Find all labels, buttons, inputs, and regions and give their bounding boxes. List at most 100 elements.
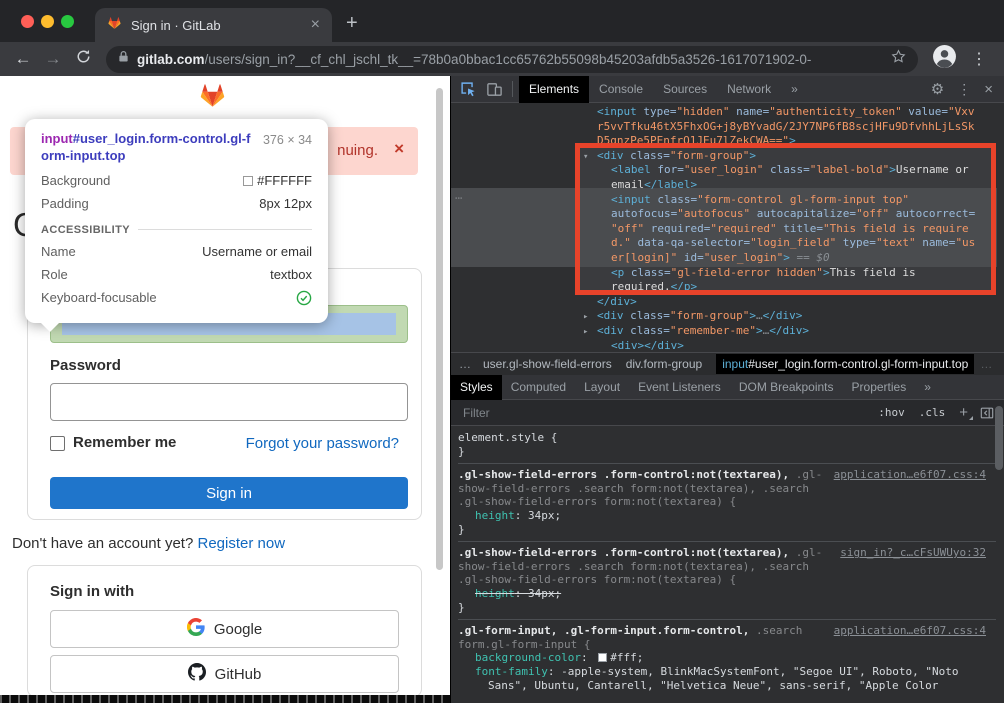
devtools-menu-icon[interactable]: ⋮ <box>957 81 971 98</box>
password-label: Password <box>50 357 121 374</box>
code-token: > <box>749 309 756 322</box>
code-line[interactable]: ▸<div class="form-group">…</div> <box>451 309 1004 324</box>
devtools-tab-elements[interactable]: Elements <box>519 76 589 103</box>
color-swatch[interactable] <box>598 653 607 662</box>
gitlab-favicon-icon <box>107 16 122 35</box>
browser-tab[interactable]: Sign in · GitLab × <box>95 8 332 42</box>
traffic-light-zoom[interactable] <box>61 15 74 28</box>
code-line[interactable]: </div> <box>451 295 1004 310</box>
new-tab-icon[interactable]: + <box>346 12 358 35</box>
css-declaration[interactable]: height: 34px; <box>458 587 996 601</box>
hover-state-toggle[interactable]: :hov <box>878 406 905 419</box>
devtools-tabs-more-icon[interactable]: » <box>781 76 808 103</box>
browser-titlebar: Sign in · GitLab × + <box>0 0 1004 42</box>
reload-icon[interactable] <box>68 49 98 69</box>
devtools-tab-sources[interactable]: Sources <box>653 76 717 103</box>
css-declaration[interactable]: background-color: #fff; <box>458 651 996 665</box>
element-style-rule[interactable]: element.style { } <box>458 431 996 458</box>
tooltip-selector-tag: input <box>41 131 73 146</box>
tab-close-icon[interactable]: × <box>311 17 320 33</box>
styles-filter-input[interactable] <box>461 405 864 421</box>
forward-icon[interactable]: → <box>38 49 68 69</box>
bookmark-star-icon[interactable] <box>891 49 906 69</box>
url-domain: gitlab.com <box>137 52 205 67</box>
traffic-light-close[interactable] <box>21 15 34 28</box>
back-icon[interactable]: ← <box>8 49 38 69</box>
lock-icon <box>118 50 129 68</box>
css-source-link[interactable]: application…e6f07.css:4 <box>834 468 986 482</box>
devtools-panel: Elements Console Sources Network » ⚙ ⋮ ×… <box>450 76 1004 703</box>
breadcrumb-item-formgroup[interactable]: div.form-group <box>626 357 702 371</box>
code-token: </div> <box>597 295 637 308</box>
dock-side-icon[interactable] <box>980 406 994 420</box>
tab-dom-breakpoints[interactable]: DOM Breakpoints <box>730 375 843 400</box>
remember-me-checkbox[interactable] <box>50 436 65 451</box>
code-line[interactable]: r5vvTfku46tX5FhxOG+j8yBYvadG/2JY7NP6fB8s… <box>451 120 1004 135</box>
rule-selector-line: show-field-errors .search form:not(texta… <box>458 482 996 496</box>
tab-styles[interactable]: Styles <box>451 375 502 400</box>
browser-menu-icon[interactable]: ⋮ <box>971 49 987 69</box>
devtools-close-icon[interactable]: × <box>984 81 993 98</box>
register-line: Don't have an account yet? Register now <box>12 535 285 552</box>
tab-computed[interactable]: Computed <box>502 375 575 400</box>
css-source-link[interactable]: sign_in?_c…cFsUWUyo:32 <box>840 546 986 560</box>
google-icon <box>187 618 205 640</box>
check-circle-icon <box>296 290 312 309</box>
code-line[interactable]: <div></div> <box>451 339 1004 353</box>
tab-layout[interactable]: Layout <box>575 375 629 400</box>
tooltip-name-value: Username or email <box>202 244 312 259</box>
code-token: "form-group" <box>670 309 749 322</box>
styles-scrollbar[interactable] <box>995 406 1003 470</box>
alert-close-icon[interactable]: × <box>394 139 404 159</box>
new-style-rule-icon[interactable]: + <box>959 404 968 421</box>
devtools-tab-console[interactable]: Console <box>589 76 653 103</box>
devtools-settings-icon[interactable]: ⚙ <box>931 80 944 98</box>
tooltip-selector-rest: #user_login.form-control.gl-form-input.t… <box>41 131 250 163</box>
css-rule[interactable]: application…e6f07.css:4.gl-form-input, .… <box>458 619 996 692</box>
breadcrumb-ellipsis[interactable]: … <box>459 357 471 371</box>
tab-event-listeners[interactable]: Event Listeners <box>629 375 730 400</box>
url-bar[interactable]: gitlab.com/users/sign_in?__cf_chl_jschl_… <box>106 46 918 73</box>
code-line[interactable]: <input type="hidden" name="authenticity_… <box>451 105 1004 120</box>
code-line[interactable]: ▸<div class="remember-me">…</div> <box>451 324 1004 339</box>
class-toggle[interactable]: .cls <box>919 406 946 419</box>
google-signin-button[interactable]: Google <box>50 610 399 648</box>
styles-tabs-more-icon[interactable]: » <box>915 375 940 400</box>
inspect-element-icon[interactable] <box>460 81 477 98</box>
github-icon <box>188 663 206 685</box>
signin-button[interactable]: Sign in <box>50 477 408 509</box>
tooltip-padding-label: Padding <box>41 196 89 211</box>
tooltip-bg-value: #FFFFFF <box>243 173 312 188</box>
breadcrumb-item-form[interactable]: user.gl-show-field-errors <box>483 357 612 371</box>
disclosure-arrow-icon[interactable]: ▸ <box>583 325 597 340</box>
tooltip-bg-label: Background <box>41 173 110 188</box>
devtools-tab-network[interactable]: Network <box>717 76 781 103</box>
css-rule[interactable]: sign_in?_c…cFsUWUyo:32 .gl-show-field-err… <box>458 541 996 614</box>
alert-text: nuing. <box>337 142 378 159</box>
code-token: … <box>756 309 763 322</box>
rule-close-brace: } <box>458 523 996 537</box>
tab-properties[interactable]: Properties <box>843 375 916 400</box>
css-declaration[interactable]: font-family: -apple-system, BlinkMacSyst… <box>458 665 996 679</box>
github-signin-button[interactable]: GitHub <box>50 655 399 693</box>
breadcrumb-item-selected[interactable]: input#user_login.form-control.gl-form-in… <box>716 354 974 374</box>
tooltip-size: 376 × 34 <box>263 133 312 165</box>
bottom-strip <box>0 695 450 703</box>
tab-title: Sign in · GitLab <box>131 18 311 33</box>
traffic-light-minimize[interactable] <box>41 15 54 28</box>
disclosure-arrow-icon[interactable]: ▸ <box>583 310 597 325</box>
gitlab-page: nuing. × G Password Remember me Forgot y… <box>0 76 450 703</box>
password-input[interactable] <box>50 383 408 421</box>
rule-selector-line: .gl-show-field-errors form:not(textarea)… <box>458 573 996 587</box>
code-token: name= <box>729 105 769 118</box>
register-link[interactable]: Register now <box>198 535 286 552</box>
css-source-link[interactable]: application…e6f07.css:4 <box>834 624 986 638</box>
css-declaration[interactable]: height: 34px; <box>458 509 996 523</box>
code-token: r5vvTfku46tX5FhxOG+j8yBYvadG/2JY7NP6fB8s… <box>597 120 975 133</box>
page-scrollbar[interactable] <box>436 88 443 570</box>
forgot-password-link[interactable]: Forgot your password? <box>246 435 399 452</box>
device-toolbar-icon[interactable] <box>486 81 503 98</box>
profile-avatar-icon[interactable] <box>932 44 957 74</box>
css-rule[interactable]: application…e6f07.css:4.gl-show-field-er… <box>458 463 996 536</box>
css-rules: application…e6f07.css:4 .gl-show-field-er… <box>458 463 996 692</box>
